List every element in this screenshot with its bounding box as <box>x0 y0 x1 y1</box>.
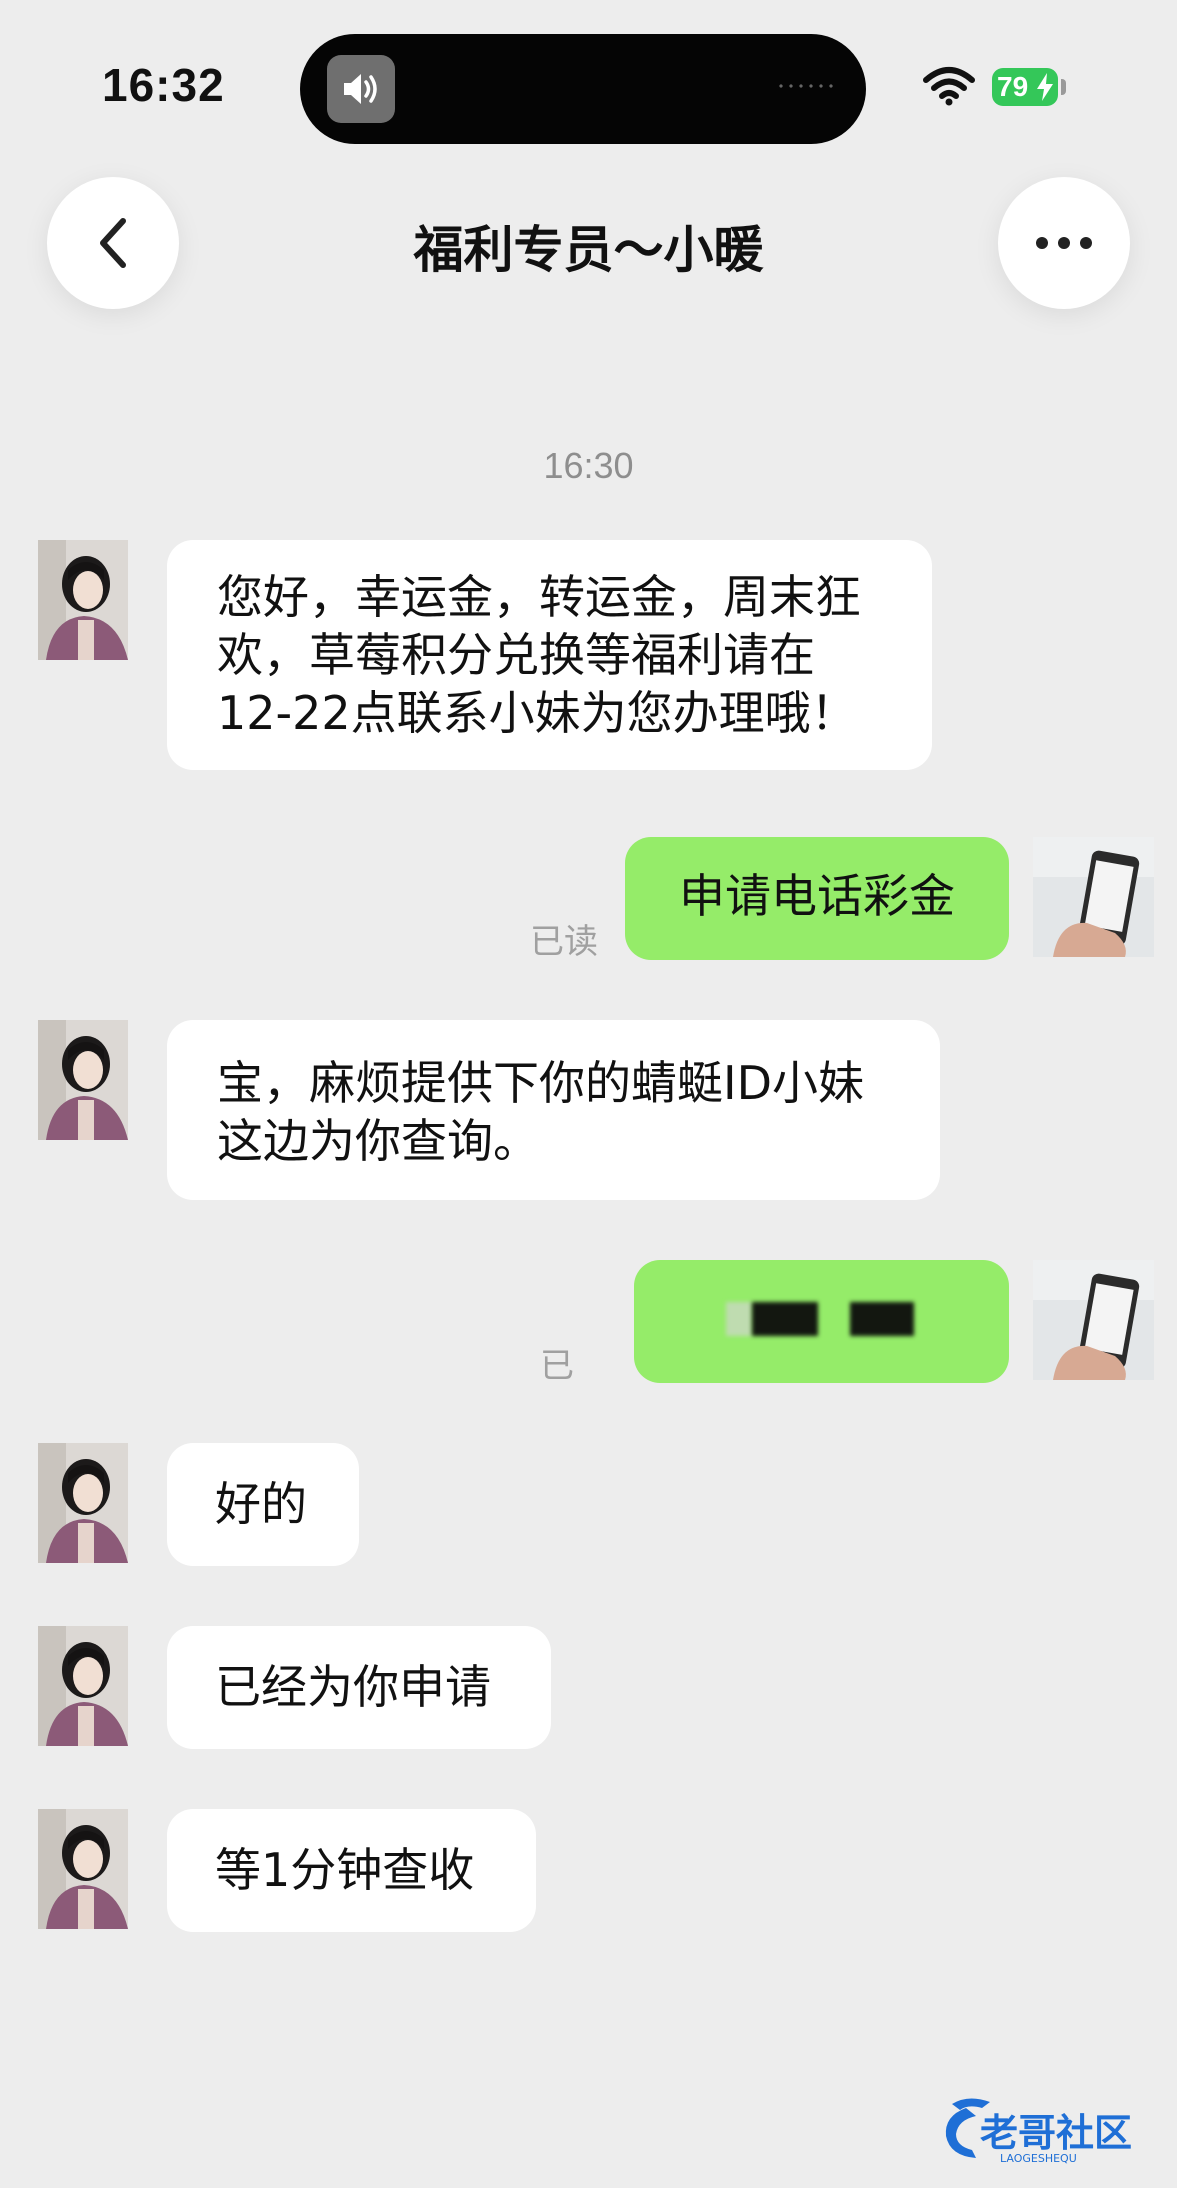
watermark-subtext: LAOGESHEQU <box>1000 2152 1077 2165</box>
message-bubble-outgoing[interactable]: 申请电话彩金 <box>625 837 1009 960</box>
watermark-text: 老哥社区 <box>980 2111 1132 2155</box>
redaction-block <box>752 1302 818 1336</box>
message-bubble-incoming[interactable]: 已经为你申请 <box>167 1626 551 1749</box>
redaction-block <box>726 1302 752 1336</box>
message-text: 等1分钟查收 <box>215 1843 475 1897</box>
message-text: 好的 <box>215 1477 307 1531</box>
contact-avatar[interactable] <box>38 540 128 660</box>
message-text-line: 这边为你查询。 <box>217 1114 539 1168</box>
back-button[interactable] <box>47 177 179 309</box>
contact-avatar[interactable] <box>38 1626 128 1746</box>
contact-photo <box>38 1443 128 1563</box>
chevron-left-icon <box>100 218 126 268</box>
wifi-icon <box>923 67 975 106</box>
message-text: 已经为你申请 <box>215 1660 491 1714</box>
contact-avatar[interactable] <box>38 1809 128 1929</box>
watermark-logo: 老哥社区 LAOGESHEQU <box>945 2098 1132 2165</box>
contact-avatar[interactable] <box>38 1443 128 1563</box>
more-options-button[interactable] <box>998 177 1130 309</box>
contact-avatar[interactable] <box>38 1020 128 1140</box>
message-text-line: 12-22点联系小妹为您办理哦！ <box>217 686 857 740</box>
speaker-icon <box>327 55 395 123</box>
status-time: 16:32 <box>102 59 225 111</box>
read-status: 已读 <box>530 922 598 962</box>
message-bubble-incoming[interactable]: 您好，幸运金，转运金，周末狂 欢，草莓积分兑换等福利请在 12-22点联系小妹为… <box>167 540 932 770</box>
island-dots <box>776 84 838 88</box>
message-text-line: 您好，幸运金，转运金，周末狂 <box>217 570 861 624</box>
dynamic-island <box>300 34 866 144</box>
contact-photo <box>38 540 128 660</box>
battery-icon: 79 <box>992 68 1058 106</box>
redaction-block <box>850 1302 914 1336</box>
read-status: 已 <box>540 1346 574 1386</box>
message-text-line: 宝，麻烦提供下你的蜻蜓ID小妹 <box>217 1056 864 1110</box>
chat-screen: 16:32 79 福利专员～小暖 16:30 您好，幸运金，转运金，周末狂 欢，… <box>0 0 1177 2188</box>
battery-level: 79 <box>997 71 1029 102</box>
redacted-message-bubble[interactable] <box>634 1260 1009 1383</box>
charging-bolt-icon <box>1037 73 1053 101</box>
message-bubble-incoming[interactable]: 等1分钟查收 <box>167 1809 536 1932</box>
contact-photo <box>38 1020 128 1140</box>
chat-timestamp: 16:30 <box>543 445 634 486</box>
battery-cap <box>1061 79 1066 95</box>
message-bubble-incoming[interactable]: 宝，麻烦提供下你的蜻蜓ID小妹 这边为你查询。 <box>167 1020 940 1200</box>
user-avatar[interactable] <box>1033 1260 1154 1380</box>
message-bubble-incoming[interactable]: 好的 <box>167 1443 359 1566</box>
page-title: 福利专员～小暖 <box>413 221 764 279</box>
user-photo <box>1033 1260 1154 1380</box>
user-avatar[interactable] <box>1033 837 1154 957</box>
message-text-line: 欢，草莓积分兑换等福利请在 <box>217 628 815 682</box>
more-dots-icon <box>1036 237 1092 249</box>
contact-photo <box>38 1809 128 1929</box>
user-photo <box>1033 837 1154 957</box>
contact-photo <box>38 1626 128 1746</box>
message-text: 申请电话彩金 <box>679 869 955 923</box>
